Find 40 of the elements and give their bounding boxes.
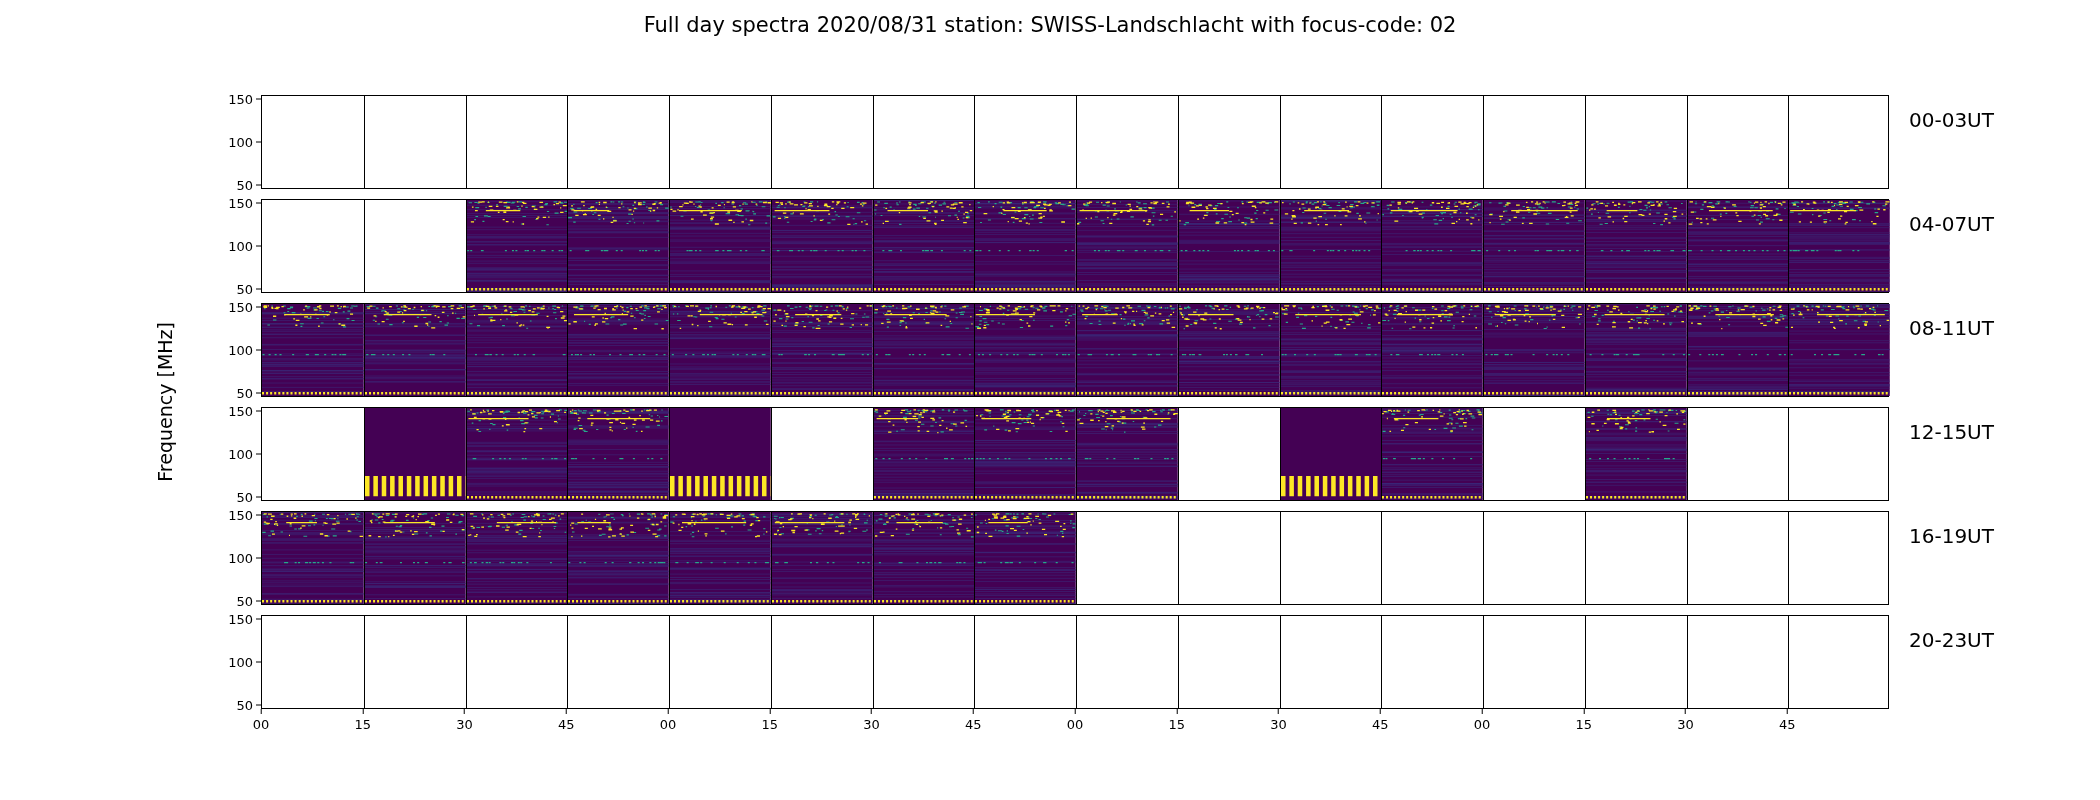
tick-label: 150 bbox=[228, 611, 261, 627]
tick-label: 100 bbox=[228, 550, 261, 566]
tick-label: 100 bbox=[228, 446, 261, 462]
row-label: 20-23UT bbox=[1909, 627, 1994, 654]
tick-label: 00 bbox=[1066, 709, 1084, 735]
row-label: 04-07UT bbox=[1909, 211, 1994, 238]
tick-label: 30 bbox=[456, 709, 473, 735]
tick-label: 45 bbox=[558, 709, 575, 735]
tick-label: 150 bbox=[228, 195, 261, 211]
tick-label: 50 bbox=[236, 177, 261, 193]
tick-label: 100 bbox=[228, 342, 261, 358]
row-label: 12-15UT bbox=[1909, 419, 1994, 446]
tick-label: 30 bbox=[1677, 709, 1694, 735]
axis-label: Frequency [MHz] bbox=[152, 322, 177, 482]
tick-label: 100 bbox=[228, 134, 261, 150]
tick-label: 15 bbox=[761, 709, 778, 735]
tick-label: 30 bbox=[863, 709, 880, 735]
tick-label: 50 bbox=[236, 281, 261, 297]
tick-label: 00 bbox=[659, 709, 677, 735]
tick-label: 50 bbox=[236, 489, 261, 505]
tick-label: 150 bbox=[228, 403, 261, 419]
tick-label: 50 bbox=[236, 593, 261, 609]
tick-label: 100 bbox=[228, 238, 261, 254]
tick-label: 100 bbox=[228, 654, 261, 670]
tick-label: 00 bbox=[1473, 709, 1491, 735]
tick-label: 15 bbox=[1575, 709, 1592, 735]
tick-label: 150 bbox=[228, 299, 261, 315]
tick-label: 15 bbox=[1168, 709, 1185, 735]
chart-title: Full day spectra 2020/08/31 station: SWISS-Landschlacht with focus-code: 02 bbox=[642, 12, 1458, 39]
tick-label: 150 bbox=[228, 91, 261, 107]
tick-label: 45 bbox=[1779, 709, 1796, 735]
row-label: 16-19UT bbox=[1909, 523, 1994, 550]
tick-label: 30 bbox=[1270, 709, 1287, 735]
row-label: 08-11UT bbox=[1909, 315, 1994, 342]
tick-label: 15 bbox=[354, 709, 371, 735]
row-label: 00-03UT bbox=[1909, 107, 1994, 134]
tick-label: 150 bbox=[228, 507, 261, 523]
tick-label: 45 bbox=[1372, 709, 1389, 735]
tick-label: 50 bbox=[236, 385, 261, 401]
tick-label: 45 bbox=[965, 709, 982, 735]
